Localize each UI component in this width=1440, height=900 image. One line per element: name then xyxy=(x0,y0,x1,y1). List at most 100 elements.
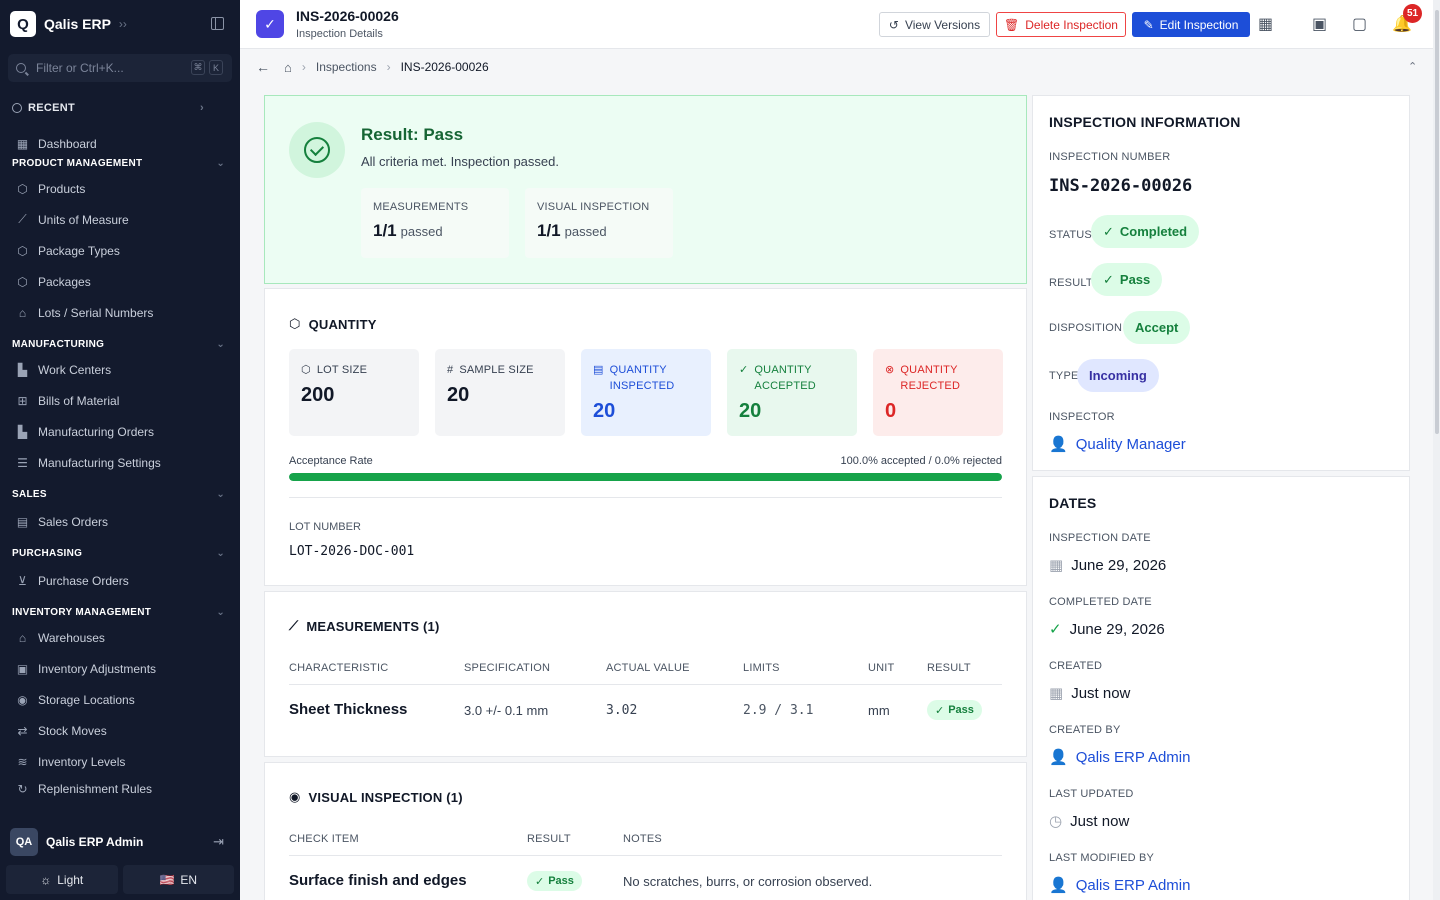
column-header: LIMITS xyxy=(743,662,780,674)
sidebar-item-label: Manufacturing Orders xyxy=(38,424,155,439)
sidebar-item-warehouses[interactable]: ⌂ Warehouses xyxy=(0,622,240,653)
visual-summary: VISUAL INSPECTION 1/1 passed xyxy=(525,188,673,258)
sidebar-item-purchase-orders[interactable]: ⊻ Purchase Orders xyxy=(0,565,240,596)
section-product-management[interactable]: PRODUCT MANAGEMENT ⌄ xyxy=(0,153,240,173)
column-header: RESULT xyxy=(927,662,971,674)
disposition-label: DISPOSITION xyxy=(1049,322,1123,334)
sidebar-item-label: Dashboard xyxy=(38,136,97,151)
view-versions-button[interactable]: ↺ View Versions xyxy=(879,12,990,37)
quantity-rejected-box: ⊗ QUANTITY REJECTED 0 xyxy=(873,349,1003,436)
sidebar-collapse-icon[interactable] xyxy=(211,17,224,30)
sidebar-item-storage-locations[interactable]: ◉ Storage Locations xyxy=(0,684,240,715)
inspection-info-card: INSPECTION INFORMATION INSPECTION NUMBER… xyxy=(1032,95,1410,471)
scrollbar-thumb[interactable] xyxy=(1435,10,1439,434)
sidebar-item-label: Storage Locations xyxy=(38,692,135,707)
check-circle-icon xyxy=(289,122,345,178)
lot-number-label: LOT NUMBER xyxy=(289,521,361,533)
home-icon[interactable]: ⌂ xyxy=(284,60,292,75)
chat-icon[interactable]: ▢ xyxy=(1352,14,1367,34)
check-circle-icon: ✓ xyxy=(935,704,945,717)
sidebar-search-input[interactable]: Filter or Ctrl+K... ⌘ K xyxy=(8,54,232,82)
inspector-label: INSPECTOR xyxy=(1049,411,1115,423)
date-text: Just now xyxy=(1071,684,1131,702)
breadcrumb-inspections[interactable]: Inspections xyxy=(316,60,377,74)
sidebar-item-manufacturing-settings[interactable]: ☰ Manufacturing Settings xyxy=(0,447,240,478)
modified-by-link[interactable]: Qalis ERP Admin xyxy=(1076,877,1191,894)
badge-label: Pass xyxy=(548,875,574,887)
sidebar-item-products[interactable]: ⬡ Products xyxy=(0,173,240,204)
hierarchy-icon: ⊞ xyxy=(17,393,28,408)
sidebar-item-lots[interactable]: ⌂ Lots / Serial Numbers xyxy=(0,297,240,328)
bot-icon[interactable]: ▣ xyxy=(1312,14,1327,34)
inspector-value[interactable]: 👤 Quality Manager xyxy=(1049,435,1186,454)
sidebar-item-stock-moves[interactable]: ⇄ Stock Moves xyxy=(0,715,240,746)
sliders-icon: ☰ xyxy=(17,455,28,470)
sidebar-item-units-of-measure[interactable]: ⟋ Units of Measure xyxy=(0,204,240,235)
sample-size-value: 20 xyxy=(447,384,470,406)
edit-icon: ✎ xyxy=(1143,17,1154,32)
chevron-up-icon[interactable]: ⌃ xyxy=(1408,60,1417,73)
app-logo[interactable]: Q xyxy=(10,11,36,37)
button-label: View Versions xyxy=(904,17,981,32)
breadcrumb-current: INS-2026-00026 xyxy=(400,60,489,74)
sidebar-item-work-centers[interactable]: ▙ Work Centers xyxy=(0,354,240,385)
factory-icon: ▙ xyxy=(17,424,28,439)
type-badge: Incoming xyxy=(1077,359,1159,392)
user-profile[interactable]: QA Qalis ERP Admin ⇥ xyxy=(0,825,240,858)
measurements-summary: MEASUREMENTS 1/1 passed xyxy=(361,188,509,258)
specification-cell: 3.0 +/- 0.1 mm xyxy=(464,703,549,718)
lot-size-value: 200 xyxy=(301,384,335,406)
sidebar-item-bom[interactable]: ⊞ Bills of Material xyxy=(0,385,240,416)
avatar: QA xyxy=(10,827,38,856)
trash-icon: 🗑 xyxy=(1004,17,1020,32)
chevron-right-icon: › xyxy=(386,60,391,74)
sidebar-item-manufacturing-orders[interactable]: ▙ Manufacturing Orders xyxy=(0,416,240,447)
quantity-inspected-value: 20 xyxy=(593,400,616,422)
sidebar-item-replenishment-rules[interactable]: ↻ Replenishment Rules xyxy=(0,777,240,801)
box-icon: ⬡ xyxy=(17,181,28,196)
sidebar-item-packages[interactable]: ⬡ Packages xyxy=(0,266,240,297)
box-label: LOT SIZE xyxy=(316,364,368,376)
sidebar-item-inventory-levels[interactable]: ≋ Inventory Levels xyxy=(0,746,240,777)
back-arrow-icon[interactable]: ← xyxy=(256,59,270,75)
chevron-right-icon[interactable]: ›› xyxy=(119,17,127,31)
section-inventory[interactable]: INVENTORY MANAGEMENT ⌄ xyxy=(0,602,240,622)
column-header: SPECIFICATION xyxy=(464,662,551,674)
user-icon: 👤 xyxy=(1049,877,1068,894)
result-title: Result: Pass xyxy=(361,125,464,144)
box-icon: ⬡ xyxy=(17,274,28,289)
created-by-value[interactable]: 👤 Qalis ERP Admin xyxy=(1049,748,1191,767)
theme-toggle-button[interactable]: ☼ Light xyxy=(6,865,118,894)
section-manufacturing[interactable]: MANUFACTURING ⌄ xyxy=(0,334,240,354)
section-sales[interactable]: SALES ⌄ xyxy=(0,484,240,504)
badge-label: Pass xyxy=(948,704,974,716)
box-label: SAMPLE SIZE xyxy=(459,364,534,376)
edit-inspection-button[interactable]: ✎ Edit Inspection xyxy=(1132,12,1250,37)
package-icon: ⬡ xyxy=(301,364,311,376)
sidebar-item-package-types[interactable]: ⬡ Package Types xyxy=(0,235,240,266)
sidebar-item-inventory-adjustments[interactable]: ▣ Inventory Adjustments xyxy=(0,653,240,684)
created-by-link[interactable]: Qalis ERP Admin xyxy=(1076,749,1191,766)
apps-grid-icon[interactable]: ▦ xyxy=(1258,14,1273,34)
dates-title: DATES xyxy=(1049,495,1097,511)
sidebar-header: Q Qalis ERP ›› xyxy=(0,0,240,48)
logout-icon[interactable]: ⇥ xyxy=(213,834,224,850)
check-circle-icon: ✓ xyxy=(1049,621,1062,638)
delete-inspection-button[interactable]: 🗑 Delete Inspection xyxy=(996,12,1126,37)
check-circle-icon: ✓ xyxy=(739,364,749,376)
measurements-title: ⟋ MEASUREMENTS (1) xyxy=(289,618,440,634)
language-button[interactable]: 🇺🇸 EN xyxy=(122,865,234,894)
inspector-link[interactable]: Quality Manager xyxy=(1076,436,1186,453)
last-modified-by-value[interactable]: 👤 Qalis ERP Admin xyxy=(1049,876,1191,895)
section-purchasing[interactable]: PURCHASING ⌄ xyxy=(0,543,240,563)
recent-label: RECENT xyxy=(28,102,76,114)
table-header-divider xyxy=(289,684,1002,685)
sidebar-item-sales-orders[interactable]: ▤ Sales Orders xyxy=(0,506,240,537)
recent-toggle[interactable]: RECENT › xyxy=(0,90,240,126)
acceptance-rate-text: 100.0% accepted / 0.0% rejected xyxy=(840,455,1002,467)
user-icon: 👤 xyxy=(1049,436,1068,453)
section-heading: MEASUREMENTS (1) xyxy=(306,618,440,634)
app-name[interactable]: Qalis ERP xyxy=(44,16,111,32)
column-header: ACTUAL VALUE xyxy=(606,662,690,674)
completed-date-label: COMPLETED DATE xyxy=(1049,596,1152,608)
